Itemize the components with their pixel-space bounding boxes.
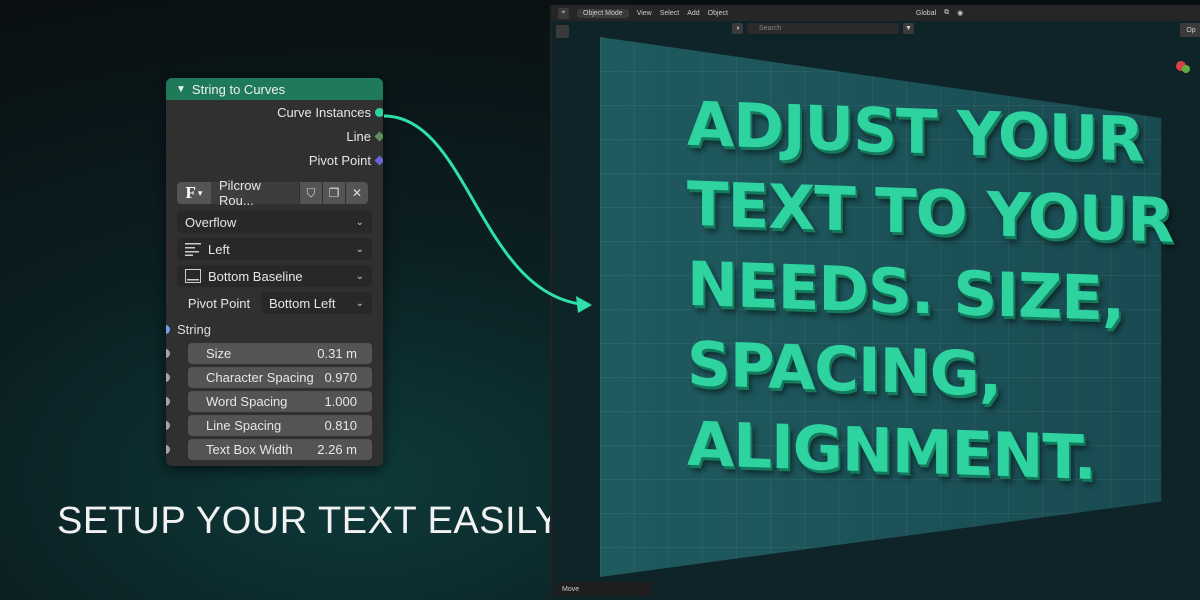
input-size: Size 0.31 m — [166, 341, 383, 365]
font-name-field[interactable]: Pilcrow Rou... — [211, 178, 299, 208]
output-socket-icon[interactable] — [375, 108, 383, 117]
node-header[interactable]: ▼ String to Curves — [166, 78, 383, 100]
input-line-spacing: Line Spacing 0.810 — [166, 413, 383, 437]
output-pivot-point: Pivot Point — [166, 148, 383, 172]
align-bottom-icon — [185, 269, 201, 283]
input-word-spacing: Word Spacing 1.000 — [166, 389, 383, 413]
output-curve-instances: Curve Instances — [166, 100, 383, 124]
viewport-subheader: ◑ Search ▼ — [732, 21, 914, 35]
field-label: Line Spacing — [206, 417, 282, 433]
align-left-icon — [185, 242, 201, 256]
node-title: String to Curves — [191, 81, 286, 97]
output-label: Line — [346, 128, 371, 144]
orientation-select[interactable]: Global — [916, 10, 936, 17]
field-value: 2.26 m — [317, 441, 357, 457]
overflow-dropdown[interactable]: Overflow ⌄ — [177, 211, 372, 233]
chevron-down-icon: ⌄ — [355, 216, 364, 228]
align-x-dropdown[interactable]: Left ⌄ — [177, 238, 372, 260]
chevron-down-icon: ⌄ — [355, 297, 364, 309]
input-socket-icon[interactable] — [166, 348, 170, 358]
pivot-point-row: Pivot Point Bottom Left ⌄ — [177, 292, 372, 314]
menu-select[interactable]: Select — [660, 10, 679, 17]
input-label: String — [177, 321, 211, 337]
input-socket-icon[interactable] — [166, 372, 170, 382]
input-string: String — [166, 317, 383, 341]
field-label: Size — [206, 345, 232, 361]
input-text-box-width: Text Box Width 2.26 m — [166, 437, 383, 461]
input-socket-icon[interactable] — [166, 324, 170, 334]
close-icon[interactable]: ✕ — [345, 182, 368, 204]
search-input[interactable]: Search — [747, 22, 899, 34]
output-label: Pivot Point — [308, 152, 371, 168]
menu-add[interactable]: Add — [687, 10, 699, 17]
output-label: Curve Instances — [277, 104, 371, 120]
operator-label: Move — [562, 585, 580, 593]
size-field[interactable]: Size 0.31 m — [188, 342, 372, 364]
line-spacing-field[interactable]: Line Spacing 0.810 — [188, 414, 372, 436]
options-button[interactable]: Op — [1180, 23, 1200, 37]
mode-select[interactable]: Object Mode — [577, 8, 629, 18]
string-to-curves-node[interactable]: ▼ String to Curves Curve Instances Line … — [166, 78, 383, 466]
chevron-down-icon: ⌄ — [355, 270, 364, 282]
dropdown-value: Left — [208, 241, 230, 257]
toolbar-select-icon[interactable] — [556, 25, 569, 38]
text-line: ALIGNMENT. — [687, 408, 1096, 495]
field-value: 0.970 — [324, 369, 357, 385]
input-character-spacing: Character Spacing 0.970 — [166, 365, 383, 389]
output-socket-icon[interactable] — [374, 131, 383, 142]
field-label: Text Box Width — [206, 441, 293, 457]
snap-icon[interactable]: ⧉ — [944, 9, 949, 17]
field-label: Character Spacing — [206, 369, 314, 385]
font-icon[interactable]: F ▾ — [177, 182, 211, 204]
field-label: Word Spacing — [206, 393, 288, 409]
menu-view[interactable]: View — [637, 10, 652, 17]
3d-text-object[interactable]: ADJUST YOUR TEXT TO YOUR NEEDS. SIZE, SP… — [687, 85, 1173, 501]
field-value: 0.810 — [324, 417, 357, 433]
character-spacing-field[interactable]: Character Spacing 0.970 — [188, 366, 372, 388]
word-spacing-field[interactable]: Word Spacing 1.000 — [188, 390, 372, 412]
input-socket-icon[interactable] — [166, 444, 170, 454]
headline-caption: SETUP YOUR TEXT EASILY — [57, 500, 561, 542]
3d-viewport[interactable]: ⌖ Object Mode View Select Add Object Glo… — [550, 5, 1200, 600]
font-selector: F ▾ Pilcrow Rou... ⛉ ❐ ✕ — [177, 178, 372, 208]
chevron-down-icon[interactable]: ▼ — [176, 84, 186, 95]
editor-type-icon[interactable]: ⌖ — [558, 7, 569, 19]
output-line: Line — [166, 124, 383, 148]
dropdown-value: Bottom Left — [269, 295, 336, 311]
visibility-icon[interactable]: ◑ — [732, 22, 743, 34]
dropdown-value: Overflow — [185, 214, 237, 230]
proportional-icon[interactable]: ◉ — [957, 9, 963, 17]
viewport-header: ⌖ Object Mode View Select Add Object Glo… — [552, 5, 1200, 21]
menu-object[interactable]: Object — [708, 10, 728, 17]
dropdown-value: Bottom Baseline — [208, 268, 303, 284]
gizmo-y-icon[interactable] — [1182, 65, 1190, 73]
fake-user-shield-icon[interactable]: ⛉ — [299, 182, 322, 204]
output-socket-icon[interactable] — [374, 155, 383, 166]
input-socket-icon[interactable] — [166, 396, 170, 406]
pivot-point-dropdown[interactable]: Bottom Left ⌄ — [261, 292, 372, 314]
last-operator-panel[interactable]: Move — [556, 582, 652, 596]
field-value: 0.31 m — [317, 345, 357, 361]
input-socket-icon[interactable] — [166, 420, 170, 430]
align-y-dropdown[interactable]: Bottom Baseline ⌄ — [177, 265, 372, 287]
pivot-label: Pivot Point — [187, 295, 251, 311]
duplicate-icon[interactable]: ❐ — [322, 182, 345, 204]
text-box-width-field[interactable]: Text Box Width 2.26 m — [188, 438, 372, 460]
field-value: 1.000 — [324, 393, 357, 409]
filter-icon[interactable]: ▼ — [903, 22, 914, 34]
chevron-down-icon: ⌄ — [355, 243, 364, 255]
